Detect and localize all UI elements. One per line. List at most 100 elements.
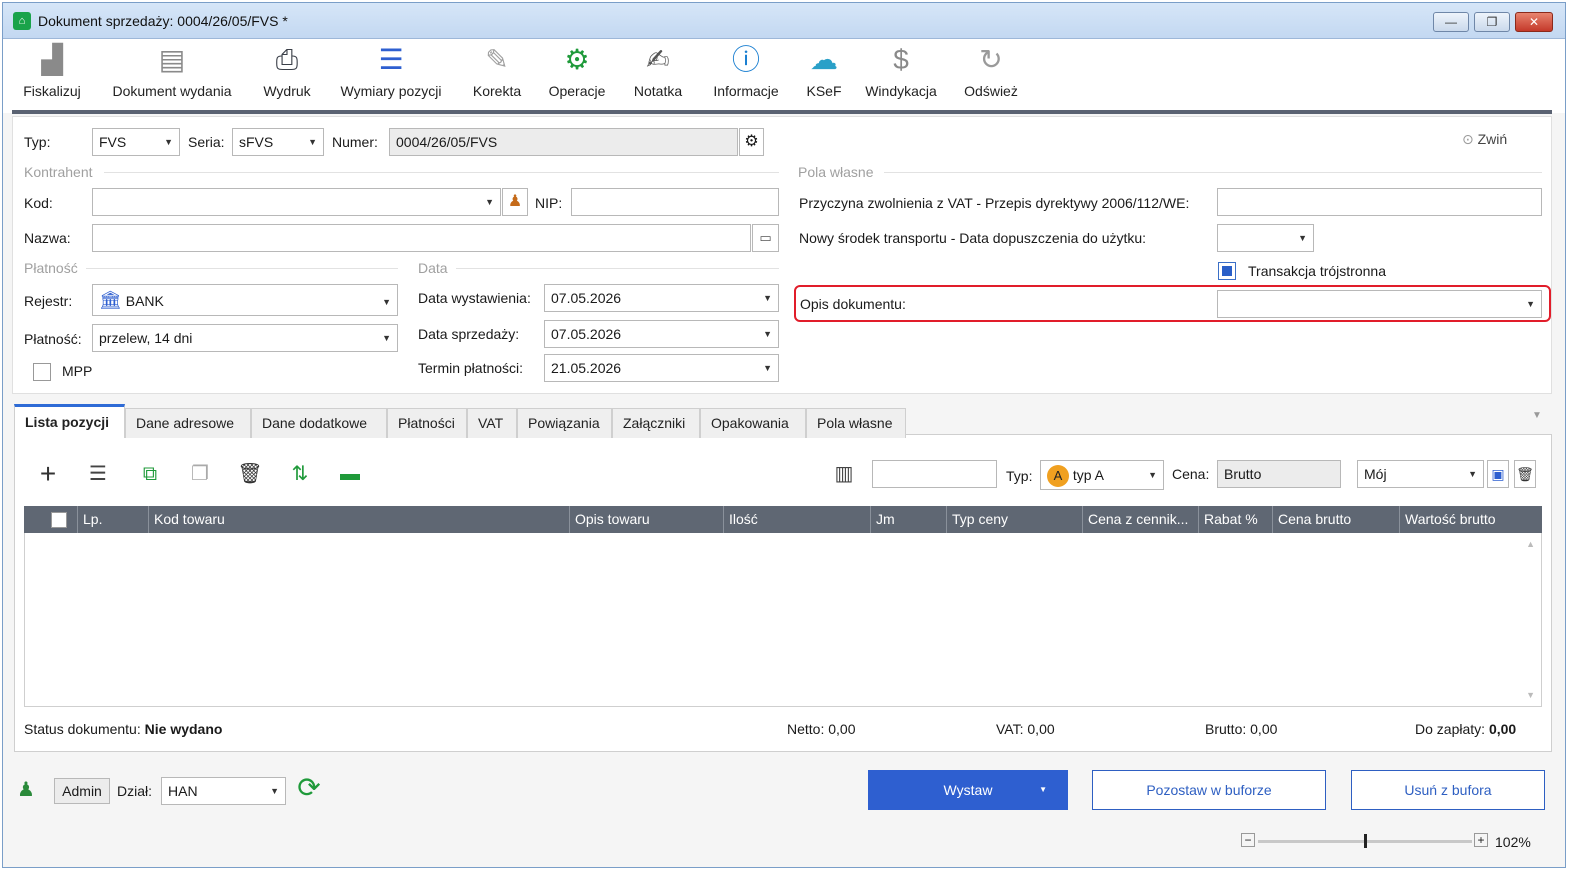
przyczyna-zwolnienia-label: Przyczyna zwolnienia z VAT - Przepis dyr… xyxy=(799,195,1190,211)
seria-select[interactable]: sFVS ▼ xyxy=(232,128,324,156)
profile-select[interactable]: Mój ▼ xyxy=(1357,460,1484,488)
minimize-button[interactable]: — xyxy=(1433,12,1469,32)
barcode-search-input[interactable] xyxy=(872,460,997,488)
tab-vat[interactable]: VAT xyxy=(467,408,517,438)
scroll-down-icon[interactable]: ▼ xyxy=(1526,690,1535,700)
close-button[interactable]: ✕ xyxy=(1515,12,1553,32)
paste-icon[interactable]: ❐ xyxy=(186,462,214,486)
zoom-out-button[interactable]: − xyxy=(1241,833,1255,847)
transakcja-trojstronna-checkbox[interactable] xyxy=(1218,262,1236,280)
data-sprzedazy-picker[interactable]: 07.05.2026 ▼ xyxy=(544,320,779,348)
przyczyna-zwolnienia-input[interactable] xyxy=(1217,188,1542,216)
dzial-select[interactable]: HAN ▼ xyxy=(161,777,286,805)
termin-platnosci-picker[interactable]: 21.05.2026 ▼ xyxy=(544,354,779,382)
kod-input[interactable]: ▼ xyxy=(92,188,501,216)
column-wartosc-brutto[interactable]: Wartość brutto xyxy=(1399,506,1521,533)
cena-field[interactable]: Brutto xyxy=(1217,460,1341,488)
scroll-up-icon[interactable]: ▲ xyxy=(1526,539,1535,549)
column-typ-ceny[interactable]: Typ ceny xyxy=(946,506,1082,533)
informacje-button[interactable]: ⓘ Informacje xyxy=(708,43,784,99)
usun-z-bufora-button[interactable]: Usuń z bufora xyxy=(1351,770,1545,810)
chevron-down-icon: ▼ xyxy=(308,137,317,147)
typ-ceny-select[interactable]: A typ A ▼ xyxy=(1040,460,1164,490)
column-cena-z-cennika[interactable]: Cena z cennik... xyxy=(1082,506,1198,533)
main-toolbar: ▟ Fiskalizuj ▤ Dokument wydania ⎙ Wydruk… xyxy=(3,39,1565,113)
data-wystawienia-picker[interactable]: 07.05.2026 ▼ xyxy=(544,284,779,312)
contractor-person-icon[interactable]: ♟ xyxy=(502,188,528,216)
column-jm[interactable]: Jm xyxy=(870,506,946,533)
sync-icon[interactable]: ⟳ xyxy=(294,774,324,802)
tab-platnosci[interactable]: Płatności xyxy=(387,408,467,438)
tab-zalaczniki[interactable]: Załączniki xyxy=(612,408,700,438)
opis-dokumentu-select[interactable]: ▼ xyxy=(1217,290,1542,318)
operacje-button[interactable]: ⚙ Operacje xyxy=(545,43,609,99)
collapse-button[interactable]: ⊙ Zwiń xyxy=(1462,131,1507,148)
wystaw-button[interactable]: Wystaw ▼ xyxy=(868,770,1068,810)
zoom-in-button[interactable]: + xyxy=(1474,833,1488,847)
bank-icon: 🏛 xyxy=(99,290,122,310)
user-name[interactable]: Admin xyxy=(54,778,110,804)
typ-select[interactable]: FVS ▼ xyxy=(92,128,180,156)
pozostaw-w-buforze-button[interactable]: Pozostaw w buforze xyxy=(1092,770,1326,810)
tab-powiazania[interactable]: Powiązania xyxy=(517,408,612,438)
positions-grid-body[interactable]: ▲ ▼ xyxy=(24,533,1542,707)
copy-icon[interactable]: ⧉ xyxy=(136,462,164,486)
fiskalizuj-button[interactable]: ▟ Fiskalizuj xyxy=(21,43,83,99)
column-kod-towaru[interactable]: Kod towaru xyxy=(148,506,569,533)
zoom-slider-handle[interactable] xyxy=(1364,834,1367,848)
positions-grid-header: Lp. Kod towaru Opis towaru Ilość Jm Typ … xyxy=(24,506,1542,533)
chevron-down-icon[interactable]: ▼ xyxy=(1039,771,1047,809)
select-all-column[interactable] xyxy=(42,506,72,533)
column-lp[interactable]: Lp. xyxy=(77,506,148,533)
seria-label: Seria: xyxy=(188,134,225,150)
save-profile-icon[interactable]: ▣ xyxy=(1487,460,1509,488)
platnosc-select[interactable]: przelew, 14 dni ▼ xyxy=(92,324,398,352)
windykacja-button[interactable]: $ Windykacja xyxy=(861,43,941,99)
tab-dane-dodatkowe[interactable]: Dane dodatkowe xyxy=(251,408,387,438)
column-ilosc[interactable]: Ilość xyxy=(723,506,870,533)
delete-profile-icon[interactable]: 🗑 xyxy=(1514,460,1536,488)
nazwa-input[interactable] xyxy=(92,224,751,252)
green-bar-icon[interactable]: ▬ xyxy=(336,462,364,486)
delete-icon[interactable]: 🗑 xyxy=(236,462,264,486)
maximize-button[interactable]: ❐ xyxy=(1474,12,1510,32)
kontrahent-group-label: Kontrahent xyxy=(24,164,93,180)
gears-icon: ⚙ xyxy=(564,44,590,75)
typ-label: Typ: xyxy=(24,134,51,150)
app-icon: ⌂ xyxy=(13,12,31,30)
wydruk-button[interactable]: ⎙ Wydruk xyxy=(259,43,315,99)
nip-input[interactable] xyxy=(571,188,779,216)
do-zaplaty-summary: Do zapłaty: 0,00 xyxy=(1415,721,1517,737)
numer-field[interactable]: 0004/26/05/FVS xyxy=(389,128,738,156)
select-all-checkbox[interactable] xyxy=(51,512,67,528)
odswiez-button[interactable]: ↻ Odśwież xyxy=(961,43,1021,99)
wymiary-pozycji-button[interactable]: ☰ Wymiary pozycji xyxy=(335,43,447,99)
refresh-icon: ↻ xyxy=(979,44,1003,75)
notatka-button[interactable]: ✍ Notatka xyxy=(630,43,686,99)
rejestr-label: Rejestr: xyxy=(24,293,73,309)
id-card-icon[interactable]: ▭ xyxy=(752,224,779,252)
rejestr-select[interactable]: 🏛 BANK ▼ xyxy=(92,284,398,316)
numer-settings-icon[interactable]: ⚙ xyxy=(739,128,764,156)
mpp-checkbox[interactable] xyxy=(33,363,51,381)
tab-dane-adresowe[interactable]: Dane adresowe xyxy=(125,408,251,438)
sort-arrows-icon[interactable]: ⇅ xyxy=(286,462,314,486)
data-group-label: Data xyxy=(418,260,448,276)
tab-opakowania[interactable]: Opakowania xyxy=(700,408,806,438)
ksef-button[interactable]: ☁ KSeF xyxy=(805,43,843,99)
tab-pola-wlasne[interactable]: Pola własne xyxy=(806,408,906,438)
tab-lista-pozycji[interactable]: Lista pozycji xyxy=(14,404,125,438)
chevron-down-icon: ▼ xyxy=(164,137,173,147)
dokument-wydania-button[interactable]: ▤ Dokument wydania xyxy=(105,43,239,99)
add-position-icon[interactable]: + xyxy=(34,460,62,488)
srodek-transportu-date-picker[interactable]: ▼ xyxy=(1217,224,1314,252)
korekta-button[interactable]: ✎ Korekta xyxy=(469,43,525,99)
barcode-scanner-icon[interactable]: ▥ xyxy=(830,462,858,486)
column-rabat[interactable]: Rabat % xyxy=(1198,506,1272,533)
collapse-tabs-chevron-icon[interactable]: ▼ xyxy=(1532,410,1542,421)
column-opis-towaru[interactable]: Opis towaru xyxy=(569,506,723,533)
column-cena-brutto[interactable]: Cena brutto xyxy=(1272,506,1399,533)
zoom-level: 102% xyxy=(1495,834,1531,850)
add-list-icon[interactable]: ☰ xyxy=(84,462,112,486)
group-divider xyxy=(86,268,398,269)
